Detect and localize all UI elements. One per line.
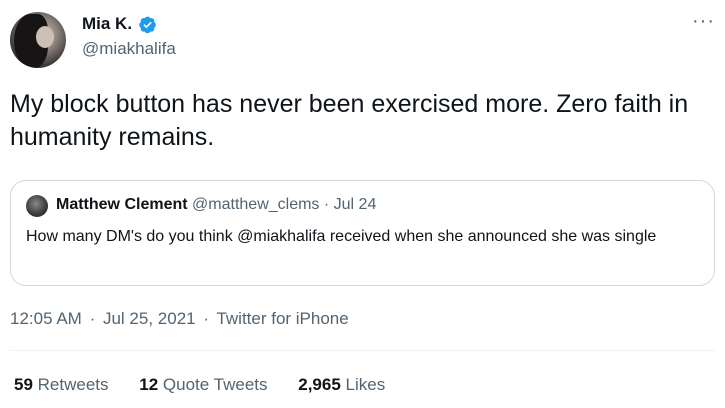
author-name-row: Mia K. <box>82 13 157 35</box>
tweet-date[interactable]: Jul 25, 2021 <box>103 309 196 328</box>
retweets-label: Retweets <box>37 375 109 394</box>
tweet: Mia K. @miakhalifa ··· My block button h… <box>0 0 725 408</box>
engagement-stats: 59 Retweets 12 Quote Tweets 2,965 Likes <box>14 375 411 395</box>
tweet-source[interactable]: Twitter for iPhone <box>216 309 348 328</box>
quoted-separator: · <box>323 196 330 213</box>
tweet-time[interactable]: 12:05 AM <box>10 309 82 328</box>
verified-badge-icon <box>138 15 157 34</box>
meta-separator: · <box>89 309 96 328</box>
timestamp-row: 12:05 AM · Jul 25, 2021 · Twitter for iP… <box>10 309 349 329</box>
likes-label: Likes <box>345 375 386 394</box>
author-handle[interactable]: @miakhalifa <box>82 39 176 59</box>
quote-tweets-label: Quote Tweets <box>162 375 268 394</box>
divider <box>10 350 715 351</box>
quoted-header: Matthew Clement @matthew_clems · Jul 24 <box>56 194 376 216</box>
author-avatar[interactable] <box>10 12 66 68</box>
quoted-display-name: Matthew Clement <box>56 196 188 213</box>
quote-tweets-stat[interactable]: 12 Quote Tweets <box>139 375 267 394</box>
likes-count: 2,965 <box>298 375 341 394</box>
likes-stat[interactable]: 2,965 Likes <box>298 375 385 394</box>
quote-tweets-count: 12 <box>139 375 159 394</box>
author-display-name[interactable]: Mia K. <box>82 14 132 34</box>
meta-separator: · <box>203 309 210 328</box>
avatar-face <box>36 26 54 48</box>
more-icon[interactable]: ··· <box>692 11 715 31</box>
quoted-handle: @matthew_clems <box>192 196 320 213</box>
quoted-tweet[interactable]: Matthew Clement @matthew_clems · Jul 24 … <box>10 180 715 286</box>
quoted-text: How many DM's do you think @miakhalifa r… <box>26 228 657 245</box>
quoted-author-avatar <box>26 195 48 217</box>
retweets-stat[interactable]: 59 Retweets <box>14 375 109 394</box>
retweets-count: 59 <box>14 375 33 394</box>
tweet-text: My block button has never been exercised… <box>10 90 689 151</box>
quoted-date: Jul 24 <box>333 196 377 213</box>
